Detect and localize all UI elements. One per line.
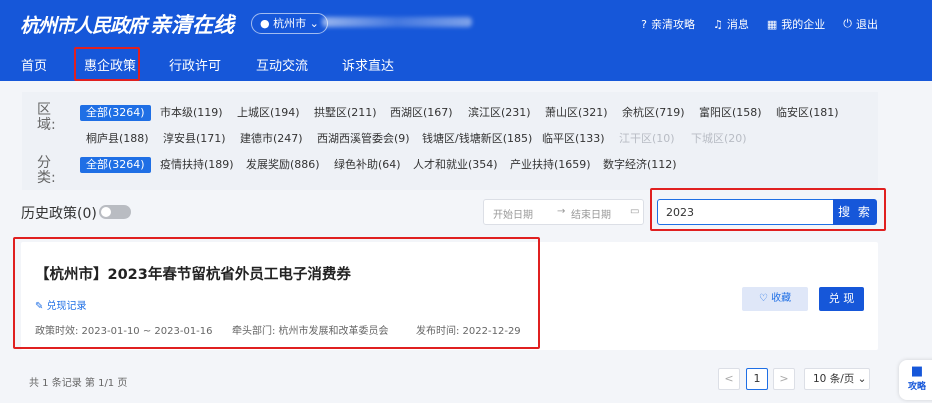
region-chip[interactable]: 市本级(119) [160,105,223,121]
region-chip[interactable]: 桐庐县(188) [86,131,149,147]
book-icon: ■ [910,364,924,379]
region-chip[interactable]: 萧山区(321) [545,105,608,121]
calendar-icon: ▭ [630,206,640,217]
cash-button[interactable]: 兑 现 [819,287,864,311]
building-icon: ▦ [766,17,778,31]
heart-icon: ♡ [758,293,772,304]
city-label: 杭州市 [273,17,307,30]
nav-policy[interactable]: 惠企政策 [84,55,136,74]
policy-published: 发布时间: 2022-12-29 [416,326,521,337]
region-chip[interactable]: 上城区(194) [237,105,300,121]
region-chip[interactable]: 西湖区(167) [390,105,453,121]
category-chip[interactable]: 人才和就业(354) [413,157,498,173]
site-logo[interactable]: 杭州市人民政府 [20,11,147,38]
history-policy-label: 历史政策(0) [21,206,97,222]
region-chip: 江干区(10) [619,132,675,145]
chevron-down-icon: ⌄ [854,373,867,385]
prev-page-button[interactable]: < [718,368,740,390]
location-pin-icon: ● [260,17,270,30]
guide-link[interactable]: ? 亲清攻略 [641,16,695,32]
search-input[interactable]: 2023 [657,199,834,225]
logout-link[interactable]: ⏻ 退出 [843,16,878,32]
category-chip[interactable]: 数字经济(112) [603,157,677,173]
search-button[interactable]: 搜 索 [833,199,877,225]
nav-home[interactable]: 首页 [21,55,47,74]
power-icon: ⏻ [843,17,852,30]
policy-title[interactable]: 【杭州市】2023年春节留杭省外员工电子消费券 [35,263,351,284]
my-company-link[interactable]: ▦ 我的企业 [767,16,825,32]
region-chip[interactable]: 淳安县(171) [163,131,226,147]
region-chip[interactable]: 钱塘区/钱塘新区(185) [422,131,532,147]
region-chip: 下城区(20) [691,132,747,145]
blurred-account-info [322,17,472,27]
pagination-total: 共 1 条记录 第 1/1 页 [29,378,128,389]
next-page-button[interactable]: > [773,368,795,390]
region-chip[interactable]: 滨江区(231) [468,105,531,121]
date-range-picker[interactable]: 开始日期 → 结束日期 ▭ [483,199,644,225]
per-page-select[interactable]: 10 条/页 ⌄ [804,368,870,390]
nav-appeal[interactable]: 诉求直达 [342,55,394,74]
top-header: 杭州市人民政府 亲清在线 ● 杭州市 ⌄ ? 亲清攻略 ♫ 消息 ▦ 我的企业 ⏻ 退出… [0,0,932,81]
start-date[interactable]: 开始日期 [493,206,533,221]
category-chip[interactable]: 绿色补助(64) [334,157,401,173]
bell-icon: ♫ [713,17,723,31]
region-chip[interactable]: 临平区(133) [542,131,605,147]
region-chip[interactable]: 拱墅区(211) [314,105,377,121]
message-link[interactable]: ♫ 消息 [713,16,749,32]
nav-permit[interactable]: 行政许可 [169,55,221,74]
page-number[interactable]: 1 [746,368,768,390]
favorite-button[interactable]: ♡ 收藏 [742,287,808,311]
policy-dept: 牵头部门: 杭州市发展和改革委员会 [232,326,389,337]
category-chip[interactable]: 全部(3264) [80,157,151,173]
category-chip[interactable]: 产业扶持(1659) [510,157,591,173]
region-chip[interactable]: 西湖西溪管委会(9) [317,131,410,147]
edit-icon: ✎ [35,301,47,312]
region-label: 区域: [37,102,56,133]
chevron-down-icon: ⌄ [309,17,319,30]
history-toggle[interactable] [99,205,131,219]
end-date[interactable]: 结束日期 [571,206,611,221]
app-logo[interactable]: 亲清在线 [150,9,234,39]
side-guide-label: 攻略 [907,382,926,392]
category-label: 分类: [37,155,56,186]
city-selector[interactable]: ● 杭州市 ⌄ [251,13,328,34]
nav-interaction[interactable]: 互动交流 [256,55,308,74]
region-chip[interactable]: 全部(3264) [80,105,151,121]
side-guide-button[interactable]: ■ 攻略 [899,360,932,400]
arrow-icon: → [557,206,566,217]
header-links: ? 亲清攻略 ♫ 消息 ▦ 我的企业 ⏻ 退出 [641,16,878,32]
policy-period: 政策时效: 2023-01-10 ~ 2023-01-16 [35,326,213,337]
region-chip[interactable]: 临安区(181) [776,105,839,121]
question-icon: ? [641,17,648,31]
region-chip[interactable]: 建德市(247) [240,131,303,147]
category-chip[interactable]: 疫情扶持(189) [160,157,234,173]
category-chip[interactable]: 发展奖励(886) [246,157,320,173]
region-chip[interactable]: 余杭区(719) [622,105,685,121]
region-chip[interactable]: 富阳区(158) [699,105,762,121]
record-link[interactable]: ✎ 兑现记录 [35,297,87,312]
